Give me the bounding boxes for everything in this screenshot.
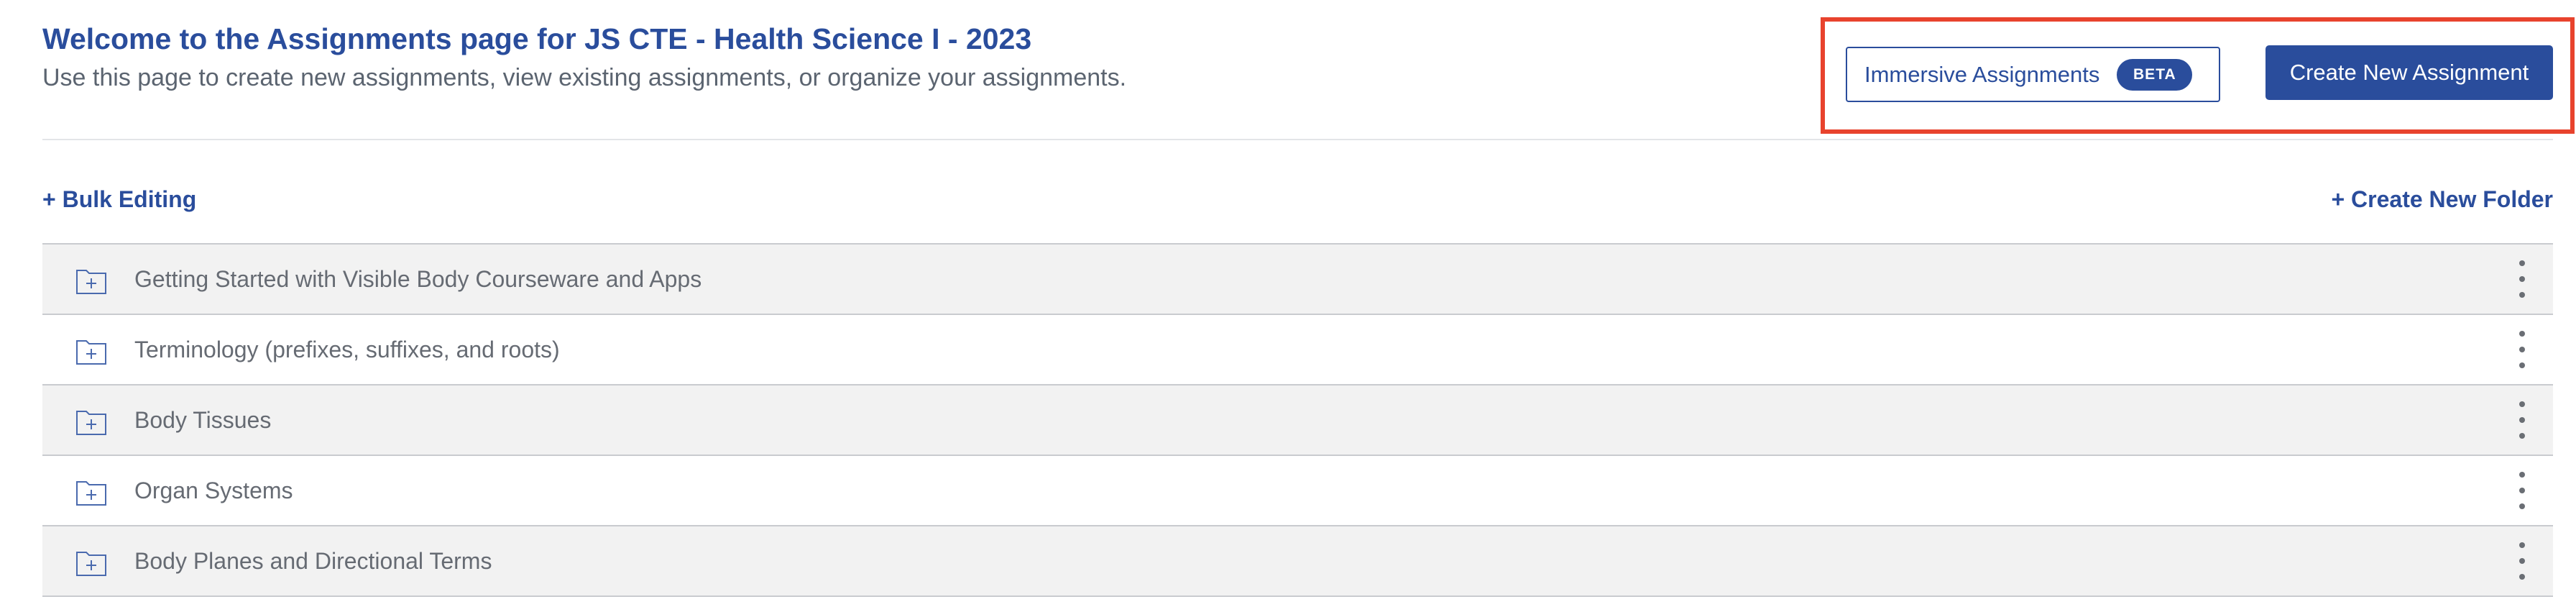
create-new-folder-link[interactable]: + Create New Folder (2331, 183, 2553, 216)
kebab-menu-icon[interactable] (2511, 542, 2533, 580)
folder-list: Getting Started with Visible Body Course… (42, 243, 2553, 597)
header-divider (42, 139, 2553, 140)
folder-name: Body Planes and Directional Terms (134, 547, 492, 574)
folder-name: Getting Started with Visible Body Course… (134, 265, 702, 292)
folder-row[interactable]: Getting Started with Visible Body Course… (42, 245, 2553, 315)
bulk-editing-link[interactable]: + Bulk Editing (42, 183, 196, 216)
kebab-menu-icon[interactable] (2511, 401, 2533, 439)
assignments-page: Welcome to the Assignments page for JS C… (0, 0, 2576, 607)
page-header: Welcome to the Assignments page for JS C… (42, 19, 1803, 96)
folder-plus-icon (76, 552, 106, 576)
folder-plus-icon (76, 411, 106, 435)
page-subtitle: Use this page to create new assignments,… (42, 64, 1127, 91)
page-title: Welcome to the Assignments page for JS C… (42, 22, 1032, 55)
kebab-menu-icon[interactable] (2511, 260, 2533, 298)
kebab-menu-icon[interactable] (2511, 472, 2533, 509)
folder-plus-icon (76, 340, 106, 365)
folder-row[interactable]: Body Planes and Directional Terms (42, 526, 2553, 597)
folder-plus-icon (76, 481, 106, 506)
kebab-menu-icon[interactable] (2511, 331, 2533, 368)
immersive-assignments-label: Immersive Assignments (1864, 61, 2100, 87)
immersive-assignments-button[interactable]: Immersive Assignments BETA (1846, 47, 2220, 102)
folder-row[interactable]: Organ Systems (42, 456, 2553, 526)
create-new-assignment-button[interactable]: Create New Assignment (2266, 45, 2553, 100)
beta-badge: BETA (2117, 58, 2193, 91)
folder-name: Terminology (prefixes, suffixes, and roo… (134, 336, 560, 362)
folder-name: Organ Systems (134, 477, 293, 503)
folder-name: Body Tissues (134, 406, 272, 433)
folder-row[interactable]: Body Tissues (42, 385, 2553, 456)
folder-plus-icon (76, 270, 106, 294)
folder-row[interactable]: Terminology (prefixes, suffixes, and roo… (42, 315, 2553, 385)
